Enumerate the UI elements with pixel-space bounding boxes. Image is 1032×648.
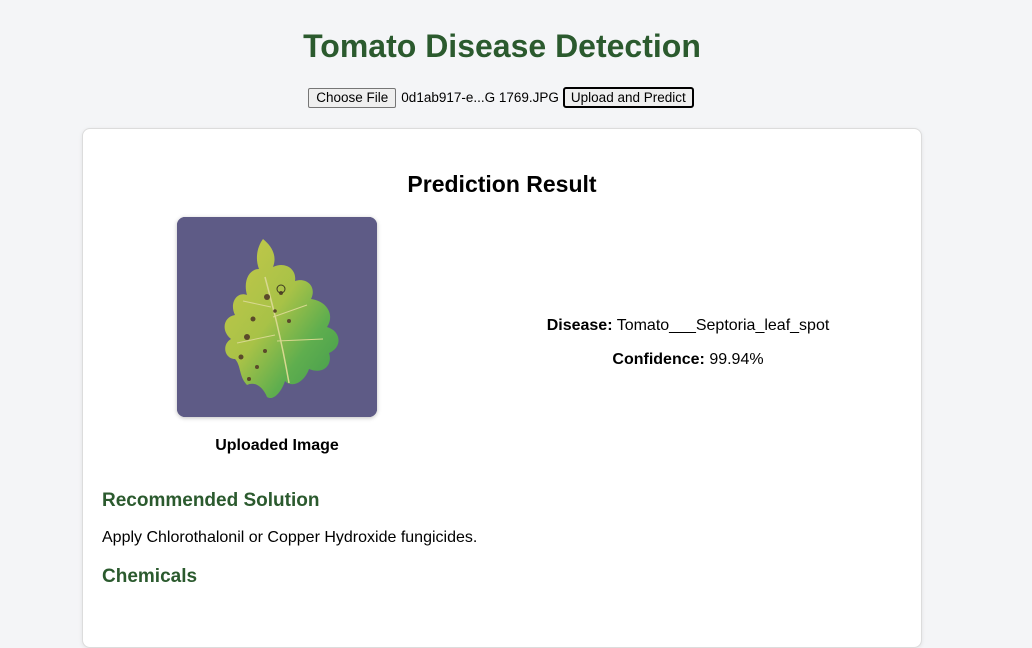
choose-file-button[interactable]: Choose File [308, 87, 397, 108]
upload-form: Choose File 0d1ab917-e...G 1769.JPG Uplo… [0, 87, 1002, 108]
confidence-label: Confidence: [612, 351, 705, 368]
chemicals-heading: Chemicals [102, 566, 198, 587]
page-title: Tomato Disease Detection [303, 28, 701, 64]
uploaded-image-caption: Uploaded Image [215, 437, 339, 454]
result-card: Prediction Result Uploaded Image Disease… [82, 128, 922, 648]
disease-value: Tomato___Septoria_leaf_spot [616, 317, 830, 334]
confidence-value: 99.94% [709, 351, 764, 368]
solution-heading: Recommended Solution [102, 490, 320, 511]
leaf-illustration [177, 217, 377, 417]
confidence-line: Confidence: 99.94% [463, 351, 913, 369]
disease-line: Disease: Tomato___Septoria_leaf_spot [463, 317, 913, 335]
upload-and-predict-button[interactable]: Upload and Predict [562, 87, 694, 108]
disease-label: Disease: [546, 317, 613, 334]
selected-file-name: 0d1ab917-e...G 1769.JPG [401, 90, 559, 105]
result-heading: Prediction Result [407, 171, 597, 197]
uploaded-leaf-image [177, 217, 377, 417]
solution-text: Apply Chlorothalonil or Copper Hydroxide… [102, 529, 478, 546]
